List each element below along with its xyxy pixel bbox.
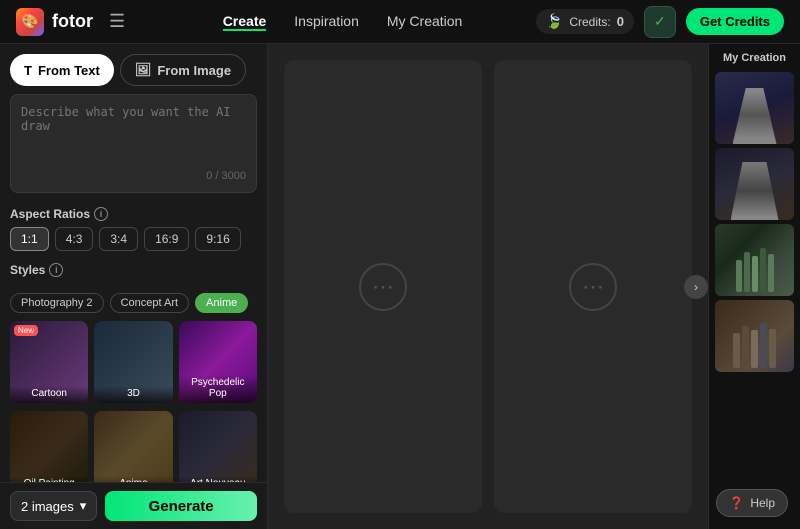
ratio-buttons: 1:1 4:3 3:4 16:9 9:16: [10, 227, 257, 251]
style-card-art-nouveau[interactable]: Art Nouveau: [179, 411, 257, 482]
help-button[interactable]: ❓ Help: [716, 489, 788, 517]
get-credits-button[interactable]: Get Credits: [686, 8, 784, 35]
new-badge: New: [14, 325, 38, 336]
style-grid-row2: Oil Painting Anime Art Nouveau: [0, 407, 267, 482]
style-tag-photography[interactable]: Photography 2: [10, 293, 104, 313]
ratio-9-16[interactable]: 9:16: [195, 227, 240, 251]
chevron-down-icon: ▾: [80, 498, 87, 514]
aspect-ratio-title: Aspect Ratios i: [10, 207, 257, 221]
my-creation-title: My Creation: [715, 52, 794, 64]
center-panel: ⋯ ⋯ ›: [268, 44, 708, 529]
header-right: 🍃 Credits: 0 ✓ Get Credits: [536, 6, 784, 38]
left-panel: T From Text 🖼 From Image 0 / 3000 Aspect…: [0, 44, 268, 529]
prompt-input[interactable]: [21, 105, 246, 165]
placeholder-icon-2: ⋯: [569, 263, 617, 311]
ratio-16-9[interactable]: 16:9: [144, 227, 189, 251]
from-text-label: From Text: [38, 63, 100, 78]
right-panel: My Creation: [708, 44, 800, 529]
placeholder-card-2: ⋯ ›: [494, 60, 692, 513]
style-card-psychedelic-label: Psychedelic Pop: [179, 375, 257, 403]
from-image-label: From Image: [157, 63, 231, 78]
nav: Create Inspiration My Creation: [149, 13, 536, 31]
from-text-tab[interactable]: T From Text: [10, 54, 114, 86]
styles-info-icon: i: [49, 263, 63, 277]
main: T From Text 🖼 From Image 0 / 3000 Aspect…: [0, 44, 800, 529]
style-tag-anime[interactable]: Anime: [195, 293, 248, 313]
style-card-art-nouveau-label: Art Nouveau: [179, 476, 257, 482]
nav-my-creation[interactable]: My Creation: [387, 13, 462, 31]
style-card-3d-label: 3D: [94, 386, 172, 403]
credits-box: 🍃 Credits: 0: [536, 9, 634, 34]
aspect-ratio-section: Aspect Ratios i 1:1 4:3 3:4 16:9 9:16: [0, 201, 267, 257]
checkmark-button[interactable]: ✓: [644, 6, 676, 38]
style-tag-concept[interactable]: Concept Art: [110, 293, 189, 313]
placeholder-icon-1: ⋯: [359, 263, 407, 311]
style-card-cartoon-label: Cartoon: [10, 386, 88, 403]
tab-buttons: T From Text 🖼 From Image: [0, 44, 267, 94]
creation-thumb-3[interactable]: [715, 224, 794, 296]
style-grid-row1: New Cartoon 3D Psychedelic Pop: [0, 317, 267, 407]
images-count-label: 2 images: [21, 499, 74, 514]
generate-button[interactable]: Generate: [105, 491, 257, 521]
style-card-oil[interactable]: Oil Painting: [10, 411, 88, 482]
styles-section: Styles i: [0, 257, 267, 289]
logo-text: fotor: [52, 11, 93, 32]
logo-icon: 🎨: [16, 8, 44, 36]
ratio-4-3[interactable]: 4:3: [55, 227, 94, 251]
image-icon: 🖼: [135, 62, 152, 78]
nav-inspiration[interactable]: Inspiration: [294, 13, 359, 31]
next-arrow-icon[interactable]: ›: [684, 275, 708, 299]
style-card-cartoon[interactable]: New Cartoon: [10, 321, 88, 403]
aspect-ratio-label: Aspect Ratios: [10, 207, 90, 221]
styles-label: Styles: [10, 263, 45, 277]
style-card-psychedelic[interactable]: Psychedelic Pop: [179, 321, 257, 403]
logo: 🎨 fotor: [16, 8, 93, 36]
header: 🎨 fotor ☰ Create Inspiration My Creation…: [0, 0, 800, 44]
prompt-count: 0 / 3000: [21, 170, 246, 182]
ratio-1-1[interactable]: 1:1: [10, 227, 49, 251]
menu-icon[interactable]: ☰: [109, 11, 125, 32]
prompt-area: 0 / 3000: [10, 94, 257, 193]
placeholder-card-1: ⋯: [284, 60, 482, 513]
creation-thumb-1[interactable]: [715, 72, 794, 144]
styles-scroll: Photography 2 Concept Art Anime New Cart…: [0, 289, 267, 482]
credits-value: 0: [617, 14, 624, 29]
credits-leaf-icon: 🍃: [546, 13, 563, 30]
style-card-anime-label: Anime: [94, 476, 172, 482]
aspect-ratio-info-icon: i: [94, 207, 108, 221]
creation-thumb-4[interactable]: [715, 300, 794, 372]
ratio-3-4[interactable]: 3:4: [99, 227, 138, 251]
creation-thumb-2[interactable]: [715, 148, 794, 220]
help-icon: ❓: [729, 496, 744, 510]
style-card-3d[interactable]: 3D: [94, 321, 172, 403]
from-image-tab[interactable]: 🖼 From Image: [120, 54, 246, 86]
style-card-oil-label: Oil Painting: [10, 476, 88, 482]
bottom-bar: 2 images ▾ Generate: [0, 482, 267, 529]
credits-label: Credits:: [569, 15, 610, 29]
images-dropdown[interactable]: 2 images ▾: [10, 491, 97, 521]
nav-create[interactable]: Create: [223, 13, 267, 31]
style-card-anime[interactable]: Anime: [94, 411, 172, 482]
text-icon: T: [24, 63, 32, 78]
styles-title: Styles i: [10, 263, 257, 277]
style-tag-row: Photography 2 Concept Art Anime: [0, 289, 267, 317]
help-label: Help: [750, 496, 775, 510]
